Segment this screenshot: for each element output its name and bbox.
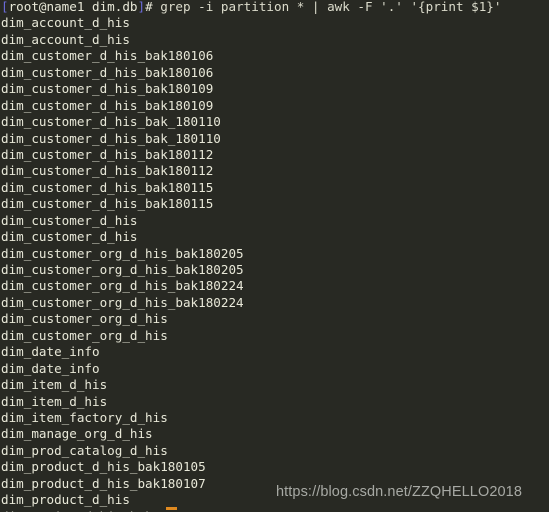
terminal-command: grep -i partition * | awk -F '.' '{print… (160, 0, 502, 14)
terminal-output-line: dim_customer_d_his_bak180109 (1, 97, 214, 113)
terminal-cursor (166, 507, 177, 510)
terminal-output-line: dim_region_d_his_bak180105 (0, 509, 549, 512)
prompt-symbol: # (145, 0, 161, 14)
terminal-output-line: dim_customer_d_his_bak180112 (1, 146, 214, 162)
terminal-output-line: dim_account_d_his (1, 15, 130, 31)
terminal-output-line: dim_customer_d_his_bak_180110 (1, 130, 221, 146)
terminal-output-line: dim_customer_d_his_bak180106 (1, 64, 214, 80)
terminal-output-line: dim_customer_d_his_bak180109 (1, 81, 214, 97)
terminal-output-line: dim_date_info (1, 360, 100, 376)
prompt-close-bracket: ] (137, 0, 146, 14)
terminal-output-line: dim_customer_d_his_bak180115 (1, 196, 214, 212)
prompt-open-bracket: [ (1, 0, 9, 14)
terminal-output-line: dim_customer_org_d_his_bak180205 (1, 245, 244, 261)
terminal-output-line: dim_customer_org_d_his (1, 327, 168, 343)
terminal-output-line: dim_customer_d_his (1, 229, 138, 245)
terminal-output-line: dim_customer_d_his_bak180106 (1, 48, 214, 64)
terminal-screen: [root@name1 dim.db]# grep -i partition *… (0, 0, 549, 512)
terminal-output-line: dim_customer_d_his (1, 212, 138, 228)
terminal-output-line: dim_date_info (1, 344, 100, 360)
terminal-output-line: dim_customer_org_d_his_bak180224 (1, 294, 244, 310)
terminal-output-line: dim_prod_catalog_d_his (1, 442, 168, 458)
watermark-text: https://blog.csdn.net/ZZQHELLO2018 (276, 484, 523, 500)
terminal-output-line: dim_customer_d_his_bak180115 (1, 179, 214, 195)
terminal-output-line: dim_item_d_his (1, 393, 108, 409)
terminal-output-line: dim_account_d_his (1, 31, 130, 47)
terminal-output-line: dim_manage_org_d_his (1, 426, 153, 442)
prompt-user-host-cwd: root@name1 dim.db (8, 0, 138, 14)
terminal-output-line: dim_customer_d_his_bak180112 (1, 163, 214, 179)
terminal-window[interactable]: [root@name1 dim.db]# grep -i partition *… (0, 0, 549, 512)
terminal-output-line: dim_item_factory_d_his (1, 409, 168, 425)
terminal-prompt-line: [root@name1 dim.db]# grep -i partition *… (0, 0, 549, 15)
terminal-output-line: dim_customer_org_d_his_bak180224 (1, 278, 244, 294)
terminal-output-line: dim_customer_org_d_his_bak180205 (1, 262, 244, 277)
terminal-output-line: dim_customer_d_his_bak_180110 (1, 114, 221, 130)
terminal-output-line: dim_customer_org_d_his (1, 311, 168, 327)
terminal-output-line: dim_item_d_his (1, 377, 108, 393)
terminal-output-line: dim_product_d_his_bak180105 (1, 459, 206, 475)
